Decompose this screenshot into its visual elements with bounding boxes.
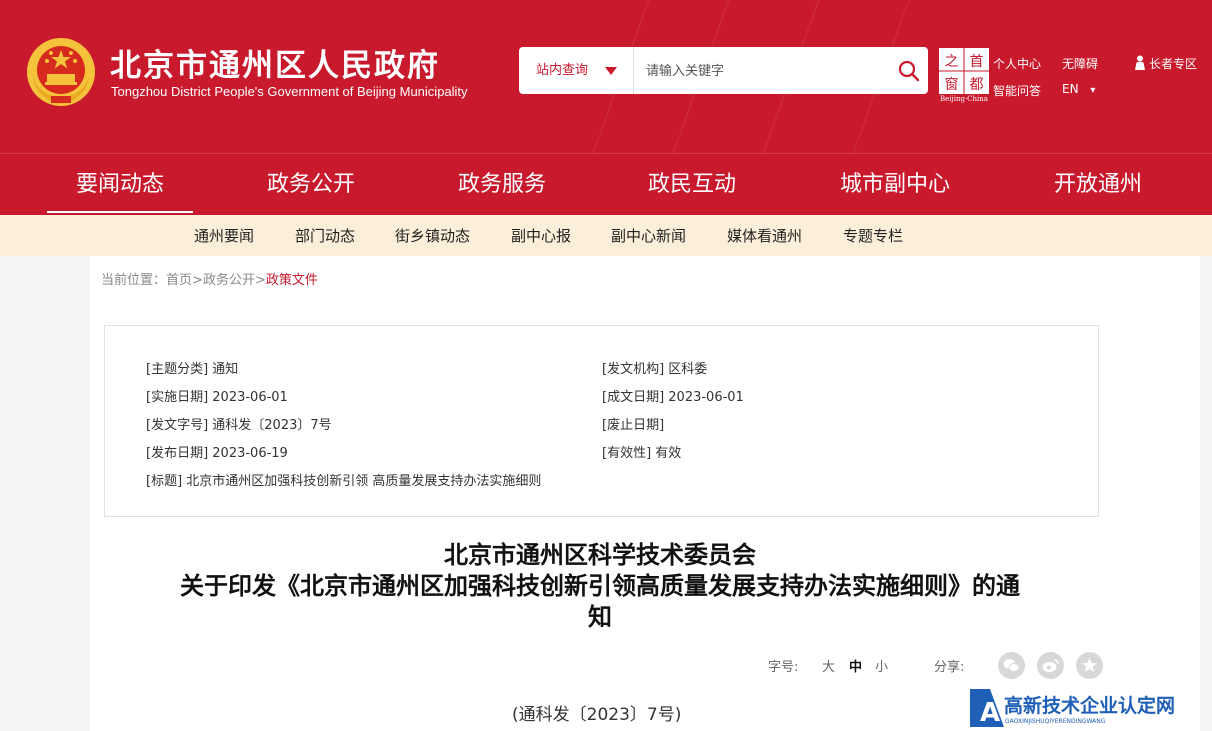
font-size-large[interactable]: 大: [822, 656, 835, 675]
site-header: 北京市通州区人民政府 Tongzhou District People's Go…: [0, 0, 1212, 153]
watermark-pinyin: GAOXINJISHUQIYERENDINGWANG: [1005, 718, 1106, 725]
chevron-down-icon: [605, 67, 617, 75]
capital-logo-char: 窗: [945, 76, 959, 93]
meta-validity: [有效性] 有效: [602, 446, 682, 461]
weibo-icon[interactable]: [1037, 652, 1064, 679]
breadcrumb-current[interactable]: 政策文件: [266, 273, 318, 288]
watermark-text: 高新技术企业认定网: [1004, 694, 1175, 717]
accessibility-link[interactable]: 无障碍: [1062, 55, 1098, 72]
document-meta-box: [主题分类] 通知 [发文机构] 区科委 [实施日期] 2023-06-01 […: [104, 325, 1099, 517]
search-input[interactable]: [644, 57, 888, 86]
search-bar: 站内查询: [519, 47, 928, 94]
nav-gov-affairs[interactable]: 政务公开: [238, 154, 384, 216]
article-title: 北京市通州区科学技术委员会 关于印发《北京市通州区加强科技创新引领高质量发展支持…: [100, 540, 1100, 633]
national-emblem-icon[interactable]: [25, 36, 97, 108]
font-size-medium[interactable]: 中: [849, 656, 862, 675]
watermark-letter: A: [980, 698, 1000, 728]
breadcrumb-separator: >: [254, 273, 266, 288]
meta-created-date: [成文日期] 2023-06-01: [602, 390, 744, 405]
capital-logo-char: 都: [970, 77, 984, 93]
breadcrumb: 当前位置：首页>政务公开>政策文件: [101, 269, 318, 288]
watermark-logo: A 高新技术企业认定网 GAOXINJISHUQIYERENDINGWANG: [970, 689, 1175, 728]
capital-logo-caption: Beijing·China: [940, 95, 988, 103]
site-subtitle: Tongzhou District People's Government of…: [111, 84, 468, 99]
capital-window-logo[interactable]: 首 都 之 窗 Beijing·China: [938, 47, 990, 103]
article-title-line: 关于印发《北京市通州区加强科技创新引领高质量发展支持办法实施细则》的通: [180, 572, 1020, 600]
breadcrumb-parent[interactable]: 政务公开: [203, 273, 255, 288]
language-label: EN: [1062, 82, 1079, 96]
chevron-down-icon: ▾: [1090, 85, 1096, 96]
search-icon[interactable]: [897, 59, 921, 83]
subnav-item[interactable]: 媒体看通州: [727, 215, 802, 257]
elder-zone-link[interactable]: 长者专区: [1149, 55, 1197, 72]
language-switch[interactable]: EN ▾: [1062, 82, 1095, 96]
meta-repeal-date: [废止日期]: [602, 418, 665, 433]
breadcrumb-separator: >: [192, 273, 203, 288]
article-title-line: 知: [588, 603, 612, 631]
meta-org: [发文机构] 区科委: [602, 362, 708, 377]
breadcrumb-label: 当前位置：: [101, 273, 167, 288]
wechat-icon[interactable]: [998, 652, 1025, 679]
search-scope-select[interactable]: 站内查询: [519, 47, 634, 94]
sub-nav: 通州要闻 部门动态 街乡镇动态 副中心报 副中心新闻 媒体看通州 专题专栏: [0, 215, 1212, 256]
personal-center-link[interactable]: 个人中心: [993, 55, 1041, 72]
breadcrumb-home[interactable]: 首页: [166, 273, 192, 288]
meta-effective-date: [实施日期] 2023-06-01: [146, 390, 288, 405]
main-nav: 要闻动态 政务公开 政务服务 政民互动 城市副中心 开放通州: [0, 153, 1212, 215]
subnav-item[interactable]: 副中心新闻: [611, 215, 686, 257]
smart-qa-link[interactable]: 智能问答: [993, 82, 1041, 99]
subnav-item[interactable]: 街乡镇动态: [395, 215, 470, 257]
meta-subject: [标题] 北京市通州区加强科技创新引领 高质量发展支持办法实施细则: [146, 474, 542, 489]
font-size-label: 字号:: [768, 660, 799, 675]
favorite-star-icon[interactable]: [1076, 652, 1103, 679]
subnav-item[interactable]: 副中心报: [511, 215, 571, 257]
article-title-line: 北京市通州区科学技术委员会: [444, 541, 756, 569]
nav-open-tongzhou[interactable]: 开放通州: [1025, 154, 1171, 216]
document-number: (通科发〔2023〕7号): [512, 705, 682, 725]
meta-doc-number: [发文字号] 通科发〔2023〕7号: [146, 418, 332, 433]
nav-interaction[interactable]: 政民互动: [619, 154, 765, 216]
share-label: 分享:: [934, 660, 965, 675]
site-title[interactable]: 北京市通州区人民政府: [110, 40, 440, 85]
subnav-item[interactable]: 部门动态: [295, 215, 355, 257]
subnav-item[interactable]: 通州要闻: [194, 215, 254, 257]
font-size-small[interactable]: 小: [875, 656, 888, 675]
elder-person-icon[interactable]: [1133, 55, 1147, 70]
meta-topic: [主题分类] 通知: [146, 362, 239, 377]
search-scope-label: 站内查询: [536, 63, 589, 78]
subnav-item[interactable]: 专题专栏: [843, 215, 903, 257]
capital-logo-char: 之: [945, 54, 959, 70]
meta-publish-date: [发布日期] 2023-06-19: [146, 446, 288, 461]
nav-sub-center[interactable]: 城市副中心: [822, 154, 968, 216]
nav-gov-services[interactable]: 政务服务: [429, 154, 575, 216]
nav-news[interactable]: 要闻动态: [47, 154, 193, 216]
capital-logo-char: 首: [970, 54, 984, 70]
